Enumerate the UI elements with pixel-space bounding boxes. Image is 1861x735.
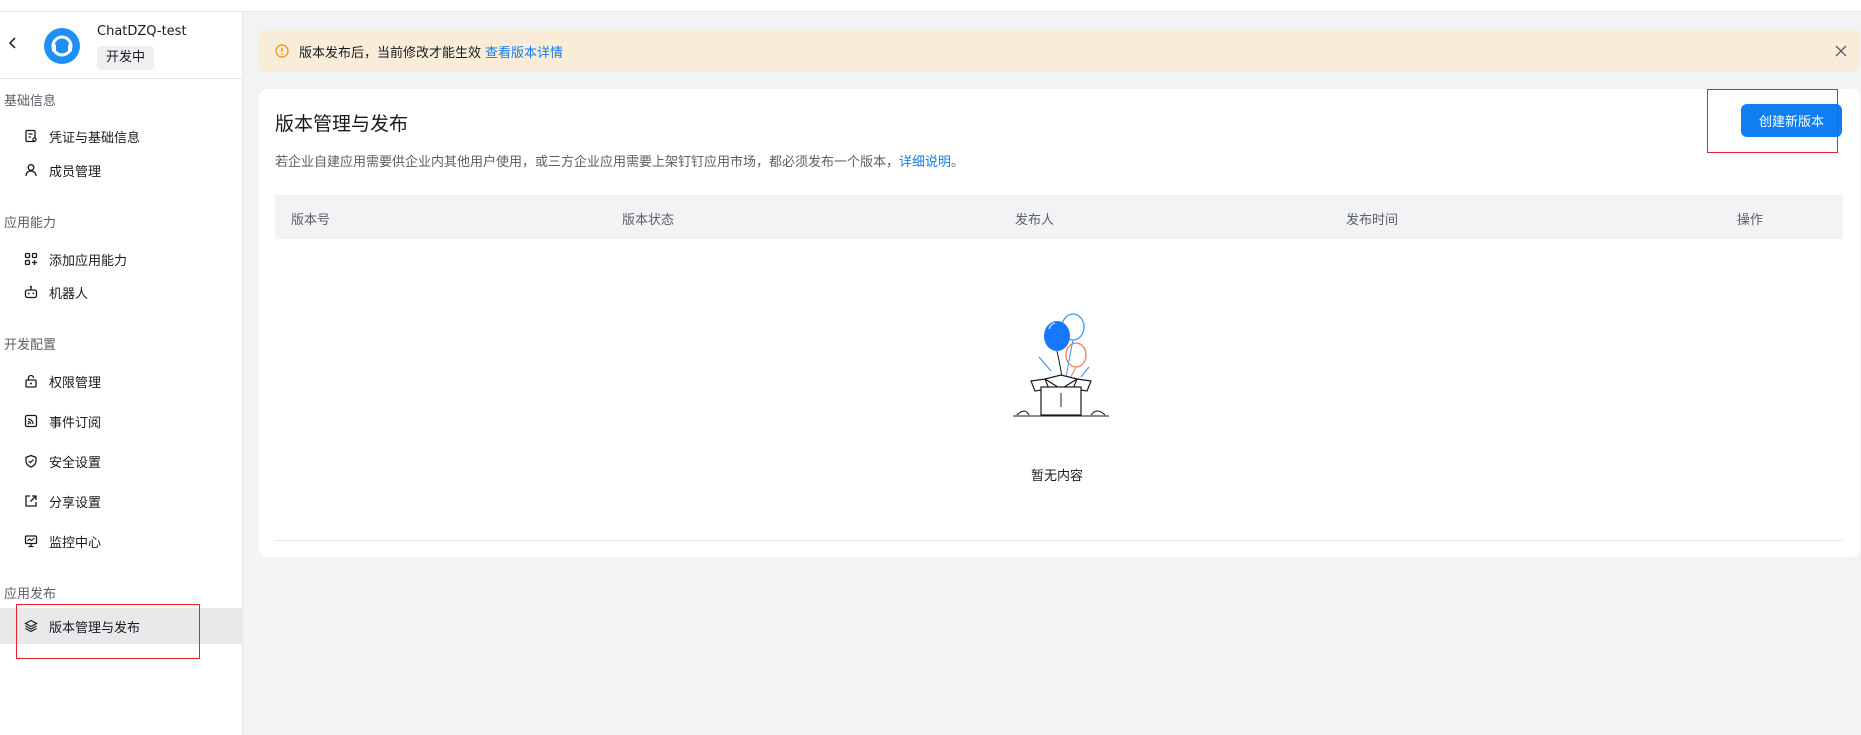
column-header-publisher: 发布人 — [1015, 213, 1055, 228]
app-name: ChatDZQ-test — [97, 24, 187, 39]
empty-balloon-box-icon — [1013, 313, 1109, 417]
description-end: 。 — [951, 155, 965, 170]
add-capability-icon — [24, 252, 38, 266]
column-header-version: 版本号 — [291, 213, 331, 228]
sidebar-item-label: 分享设置 — [49, 496, 102, 511]
notice-message: 版本发布后，当前修改才能生效 — [299, 46, 482, 61]
table-header: 版本号 版本状态 发布人 发布时间 操作 — [275, 195, 1843, 239]
close-icon[interactable] — [1834, 44, 1848, 58]
column-header-status: 版本状态 — [622, 213, 675, 228]
layers-icon — [24, 619, 38, 633]
app-status-badge: 开发中 — [97, 46, 155, 70]
monitor-icon — [24, 535, 38, 548]
sidebar-item-add-capability[interactable]: 添加应用能力 — [0, 241, 243, 277]
column-header-publish-time: 发布时间 — [1346, 213, 1399, 228]
sidebar-item-credentials[interactable]: 凭证与基础信息 — [0, 118, 243, 154]
sidebar-item-share[interactable]: 分享设置 — [0, 483, 243, 519]
page-title: 版本管理与发布 — [275, 113, 409, 135]
sidebar-item-label: 版本管理与发布 — [49, 621, 141, 636]
lock-icon — [25, 374, 37, 388]
sidebar: ChatDZQ-test 开发中 基础信息 凭证与基础信息 成员管理 应用能力 … — [0, 12, 243, 735]
empty-state-text: 暂无内容 — [1031, 469, 1084, 484]
page-description: 若企业自建应用需要供企业内其他用户使用，或三方企业应用需要上架钉钉应用市场，都必… — [275, 151, 964, 170]
share-icon — [25, 495, 37, 507]
chevron-left-icon[interactable] — [6, 36, 20, 50]
description-text: 若企业自建应用需要供企业内其他用户使用，或三方企业应用需要上架钉钉应用市场，都必… — [275, 155, 900, 170]
sidebar-item-label: 权限管理 — [49, 376, 102, 391]
sidebar-item-events[interactable]: 事件订阅 — [0, 403, 243, 439]
group-title-capability: 应用能力 — [4, 216, 57, 231]
sidebar-item-monitor[interactable]: 监控中心 — [0, 523, 243, 559]
app-logo — [44, 28, 80, 64]
version-management-card: 版本管理与发布 若企业自建应用需要供企业内其他用户使用，或三方企业应用需要上架钉… — [259, 89, 1860, 557]
top-bar — [0, 0, 1861, 12]
sidebar-item-robot[interactable]: 机器人 — [0, 274, 243, 310]
sidebar-item-label: 监控中心 — [49, 536, 102, 551]
app-header: ChatDZQ-test 开发中 — [0, 12, 242, 79]
user-icon — [25, 164, 37, 177]
sidebar-item-label: 凭证与基础信息 — [49, 131, 141, 146]
sidebar-item-label: 机器人 — [49, 287, 89, 302]
group-title-publish: 应用发布 — [4, 587, 57, 602]
chat-logo-icon — [51, 35, 73, 57]
details-link[interactable]: 详细说明 — [899, 155, 951, 170]
sidebar-item-security[interactable]: 安全设置 — [0, 443, 243, 479]
table-divider — [275, 540, 1843, 541]
notice-bar: 版本发布后，当前修改才能生效 查看版本详情 — [259, 30, 1860, 72]
create-new-version-button[interactable]: 创建新版本 — [1741, 104, 1842, 137]
robot-icon — [24, 285, 38, 299]
shield-icon — [25, 454, 37, 468]
rss-icon — [24, 414, 38, 428]
sidebar-item-members[interactable]: 成员管理 — [0, 152, 243, 188]
group-title-basic: 基础信息 — [4, 94, 57, 109]
info-warning-icon — [275, 44, 289, 58]
sidebar-item-label: 添加应用能力 — [49, 254, 128, 269]
sidebar-item-permissions[interactable]: 权限管理 — [0, 363, 243, 399]
notice-text: 版本发布后，当前修改才能生效 查看版本详情 — [299, 42, 563, 61]
credential-icon — [25, 129, 37, 143]
sidebar-item-label: 安全设置 — [49, 456, 102, 471]
group-title-dev: 开发配置 — [4, 338, 57, 353]
view-version-details-link[interactable]: 查看版本详情 — [485, 46, 563, 61]
sidebar-item-label: 事件订阅 — [49, 416, 102, 431]
sidebar-item-version-management[interactable]: 版本管理与发布 — [0, 608, 243, 644]
column-header-actions: 操作 — [1737, 213, 1764, 228]
sidebar-item-label: 成员管理 — [49, 165, 102, 180]
